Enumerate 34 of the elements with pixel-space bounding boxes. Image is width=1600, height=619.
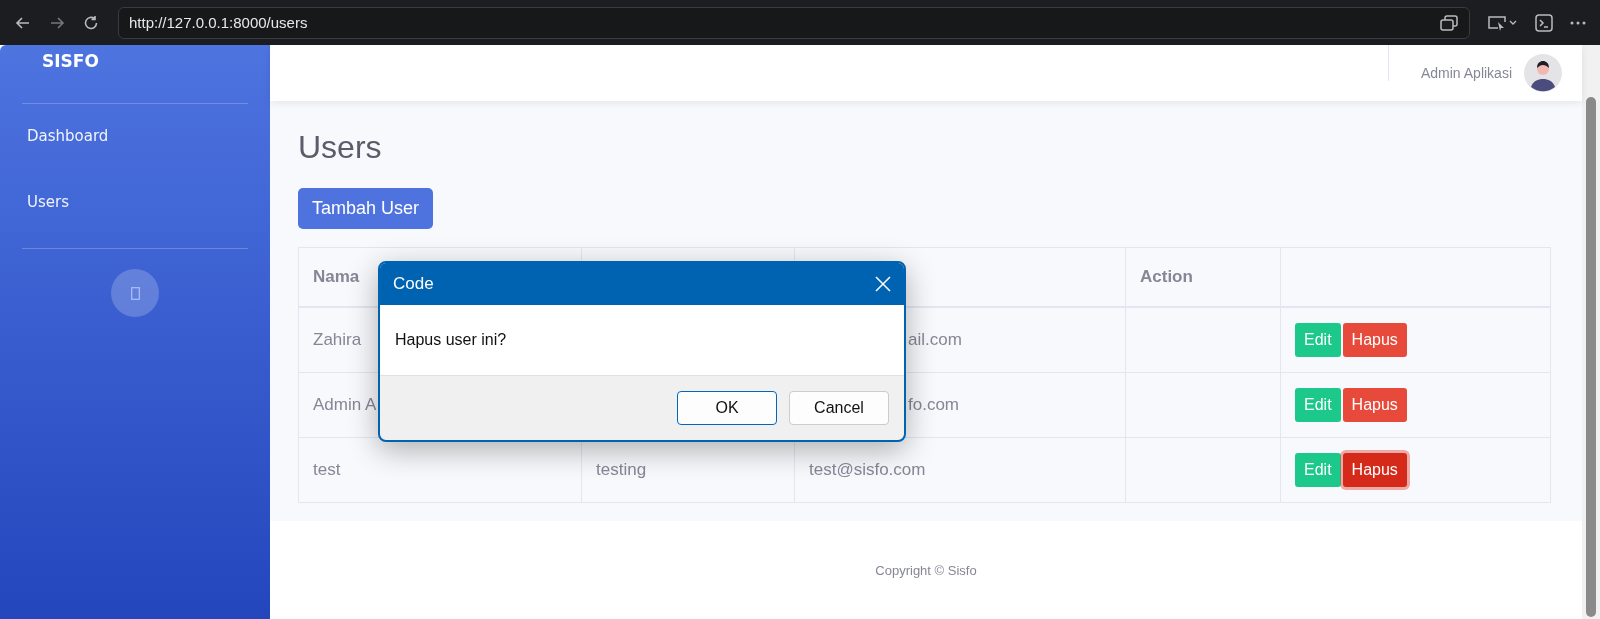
sidebar-toggle-button[interactable] [111, 269, 159, 317]
reload-icon[interactable] [82, 13, 100, 32]
add-user-button[interactable]: Tambah User [298, 188, 434, 229]
tabs-icon[interactable] [1439, 13, 1459, 32]
dialog-title: Code [393, 274, 434, 294]
sidebar-item[interactable]: Dashboard [0, 126, 270, 192]
address-bar[interactable]: http://127.0.0.1:8000/users [118, 6, 1470, 39]
dialog-message: Hapus user ini? [395, 331, 507, 349]
column-header: Nama [313, 267, 360, 286]
user-name[interactable]: Admin Aplikasi [1420, 65, 1512, 81]
delete-button[interactable]: Hapus [1342, 453, 1407, 487]
scrollbar[interactable] [1582, 45, 1600, 619]
sidebar-item[interactable]: Users [0, 192, 270, 226]
table-cell: testing [596, 460, 647, 479]
delete-button[interactable]: Hapus [1342, 388, 1407, 422]
dialog-button[interactable]: Cancel [789, 391, 889, 425]
terminal-icon[interactable] [1534, 12, 1554, 33]
table-cell: Zahira [313, 330, 362, 349]
rectangle-icon [130, 286, 140, 300]
table-cell: fo.com [908, 395, 960, 414]
delete-button[interactable]: Hapus [1342, 323, 1407, 357]
table-cell: test [313, 460, 341, 479]
table-cell: Admin A [313, 395, 377, 414]
copyright-text: Copyright © Sisfo [875, 562, 977, 578]
table-cell: test@sisfo.com [809, 460, 926, 479]
cast-icon[interactable] [1486, 13, 1518, 32]
avatar-icon[interactable] [1524, 54, 1562, 92]
page-title: Users [298, 129, 383, 166]
column-header: Action [1140, 267, 1193, 286]
dialog-button[interactable]: OK [677, 391, 777, 425]
brand-logo[interactable]: SISFO [0, 45, 270, 81]
table-cell: ail.com [908, 330, 962, 349]
close-icon[interactable] [875, 276, 891, 292]
more-icon[interactable] [1570, 19, 1586, 26]
